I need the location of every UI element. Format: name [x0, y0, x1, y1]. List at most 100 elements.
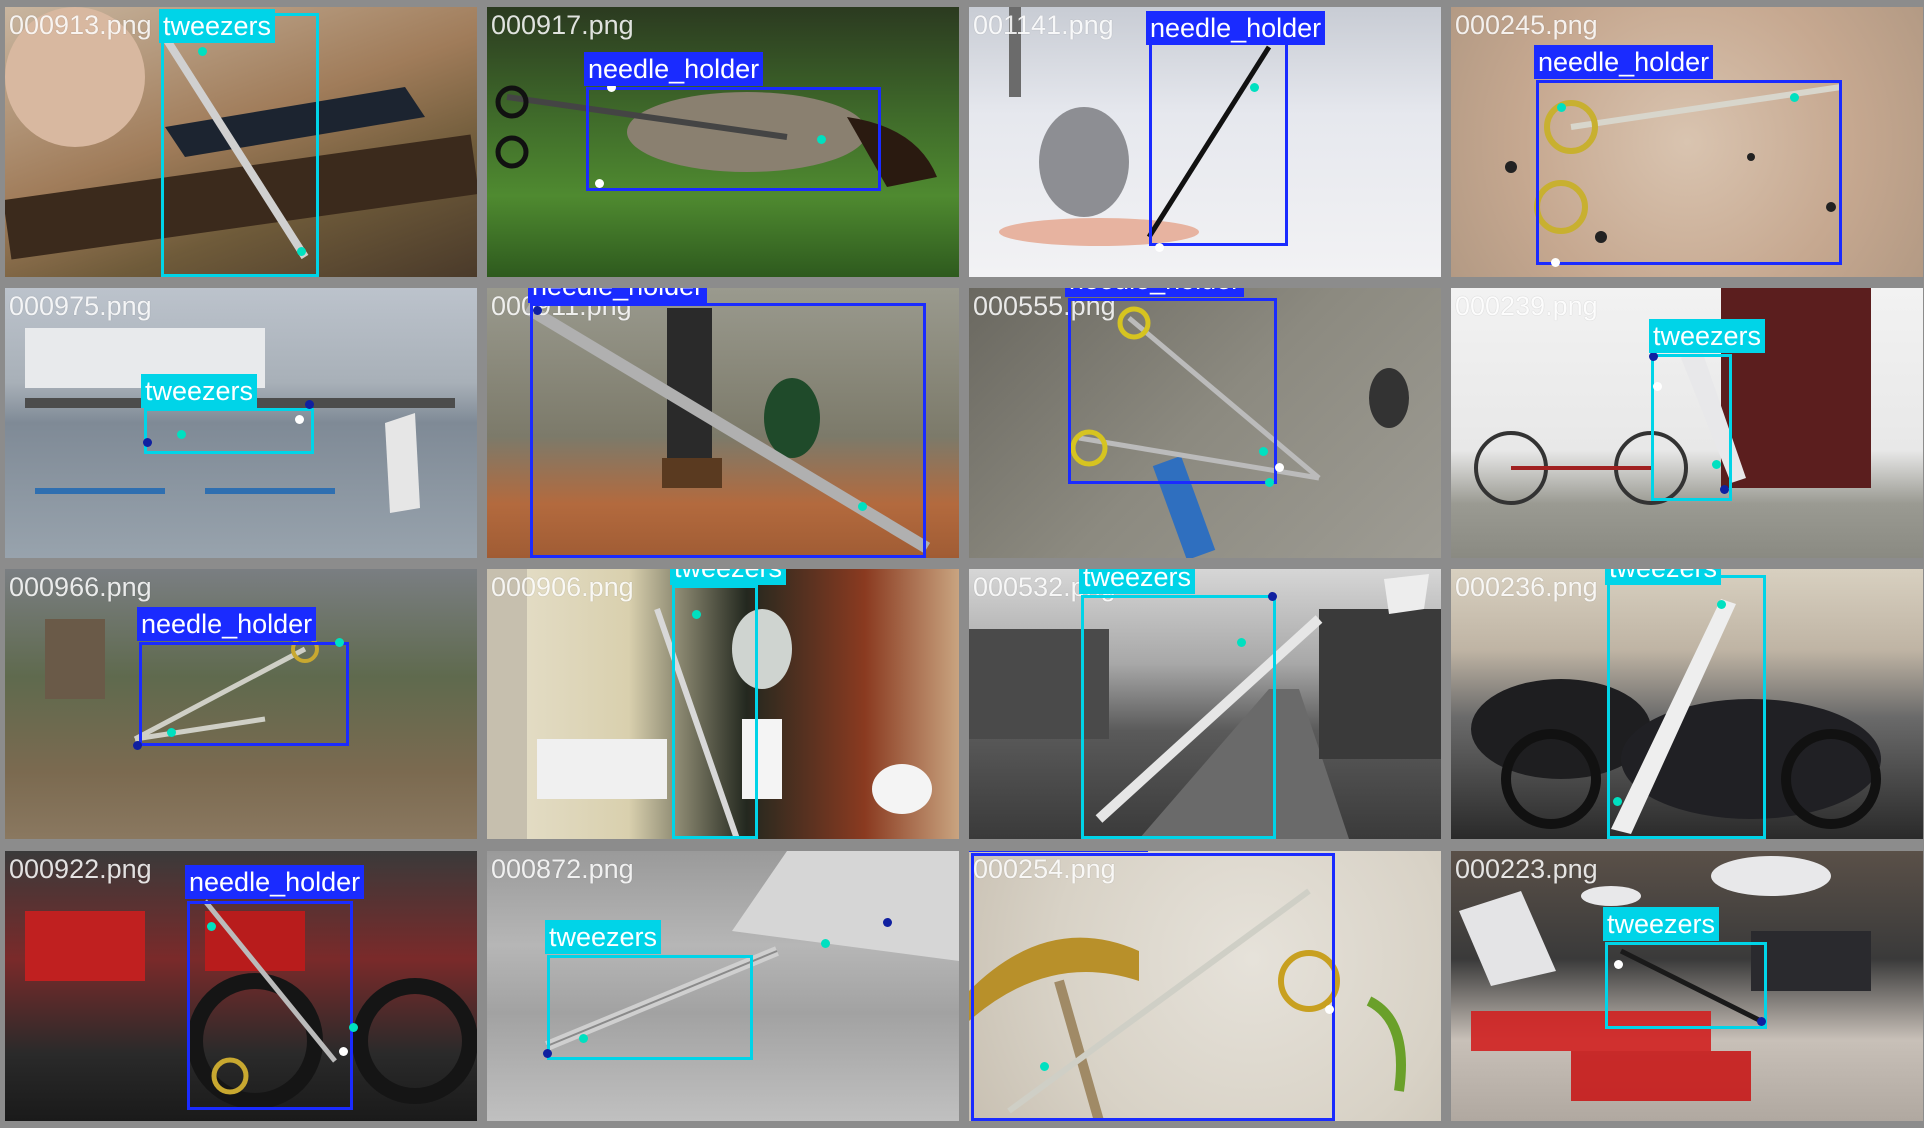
filename-label: 000239.png — [1455, 291, 1598, 321]
bounding-box — [187, 901, 353, 1110]
keypoint — [858, 502, 867, 511]
tile-000911: 000911.png needle_holder — [487, 288, 959, 558]
keypoint — [349, 1023, 358, 1032]
keypoint — [1325, 1005, 1334, 1014]
keypoint — [692, 610, 701, 619]
keypoint — [1653, 382, 1662, 391]
class-label: needle_holder — [137, 607, 317, 641]
keypoint — [1790, 93, 1799, 102]
tile-000254: 000254.png needle_holder — [969, 851, 1441, 1121]
bounding-box — [1651, 354, 1732, 501]
tile-000239: 000239.png tweezers — [1451, 288, 1923, 558]
keypoint — [1551, 258, 1560, 267]
keypoint — [339, 1047, 348, 1056]
keypoint — [335, 638, 344, 647]
keypoint — [1720, 485, 1729, 494]
bounding-box — [1081, 595, 1276, 839]
keypoint — [1557, 103, 1566, 112]
keypoint — [883, 918, 892, 927]
keypoint — [1237, 638, 1246, 647]
filename-label: 000917.png — [491, 10, 634, 40]
tile-000555: 000555.png needle_holder — [969, 288, 1441, 558]
class-label: needle_holder — [1146, 11, 1326, 45]
filename-label: 000236.png — [1455, 572, 1598, 602]
bounding-box — [1068, 298, 1277, 484]
bounding-box — [161, 13, 319, 277]
tile-000236: 000236.png tweezers — [1451, 569, 1923, 839]
keypoint — [133, 741, 142, 750]
bounding-box — [1536, 80, 1842, 265]
bounding-box — [672, 585, 758, 839]
bounding-box — [1607, 575, 1766, 839]
keypoint — [1250, 83, 1259, 92]
keypoint — [1040, 1062, 1049, 1071]
keypoint — [1717, 600, 1726, 609]
keypoint — [177, 430, 186, 439]
bounding-box — [144, 408, 314, 454]
filename-label: 000922.png — [9, 854, 152, 884]
class-label: needle_holder — [584, 52, 764, 86]
class-label: needle_holder — [1065, 288, 1245, 297]
keypoint — [533, 306, 542, 315]
class-label: tweezers — [141, 374, 258, 408]
filename-label: 000245.png — [1455, 10, 1598, 40]
filename-label: 000966.png — [9, 572, 152, 602]
tile-000223: 000223.png tweezers — [1451, 851, 1923, 1121]
class-label: tweezers — [1079, 569, 1196, 594]
tile-000913: 000913.png tweezers — [5, 7, 477, 277]
tile-000872: 000872.png tweezers — [487, 851, 959, 1121]
filename-label: 000906.png — [491, 572, 634, 602]
filename-label: 000223.png — [1455, 854, 1598, 884]
filename-label: 000872.png — [491, 854, 634, 884]
class-label: tweezers — [1649, 319, 1766, 353]
class-label: needle_holder — [1534, 45, 1714, 79]
keypoint — [1265, 478, 1274, 487]
filename-label: 000913.png — [9, 10, 152, 40]
image-mosaic: 000913.png tweezers 000917.png needle_ho… — [0, 0, 1924, 1128]
bounding-box — [586, 87, 881, 191]
bounding-box — [1605, 942, 1767, 1029]
class-label: needle_holder — [528, 288, 708, 303]
keypoint — [1268, 592, 1277, 601]
keypoint — [1614, 960, 1623, 969]
keypoint — [595, 179, 604, 188]
tile-000975: 000975.png tweezers — [5, 288, 477, 558]
bounding-box — [971, 853, 1335, 1121]
keypoint — [821, 939, 830, 948]
class-label: needle_holder — [185, 865, 365, 899]
bounding-box — [547, 955, 753, 1060]
class-label: tweezers — [545, 920, 662, 954]
keypoint — [1259, 447, 1268, 456]
keypoint — [167, 728, 176, 737]
tile-000966: 000966.png needle_holder — [5, 569, 477, 839]
keypoint — [295, 415, 304, 424]
keypoint — [1613, 797, 1622, 806]
keypoint — [1649, 352, 1658, 361]
keypoint — [305, 400, 314, 409]
bounding-box — [1149, 41, 1288, 246]
keypoint — [143, 438, 152, 447]
bounding-box — [530, 303, 926, 558]
keypoint — [1155, 243, 1164, 252]
keypoint — [817, 135, 826, 144]
class-label: tweezers — [159, 9, 276, 43]
keypoint — [297, 247, 306, 256]
keypoint — [1275, 463, 1284, 472]
class-label: tweezers — [1605, 569, 1722, 585]
tile-000532: 000532.png tweezers — [969, 569, 1441, 839]
keypoint — [579, 1034, 588, 1043]
keypoint — [207, 922, 216, 931]
keypoint — [543, 1049, 552, 1058]
keypoint — [1757, 1017, 1766, 1026]
tile-000917: 000917.png needle_holder — [487, 7, 959, 277]
tile-001141: 001141.png needle_holder — [969, 7, 1441, 277]
class-label: tweezers — [670, 569, 787, 585]
filename-label: 000975.png — [9, 291, 152, 321]
tile-000906: 000906.png tweezers — [487, 569, 959, 839]
filename-label: 001141.png — [973, 10, 1114, 40]
class-label: tweezers — [1603, 907, 1720, 941]
class-label: needle_holder — [969, 851, 1149, 852]
tile-000922: 000922.png needle_holder — [5, 851, 477, 1121]
keypoint — [1712, 460, 1721, 469]
tile-000245: 000245.png needle_holder — [1451, 7, 1923, 277]
